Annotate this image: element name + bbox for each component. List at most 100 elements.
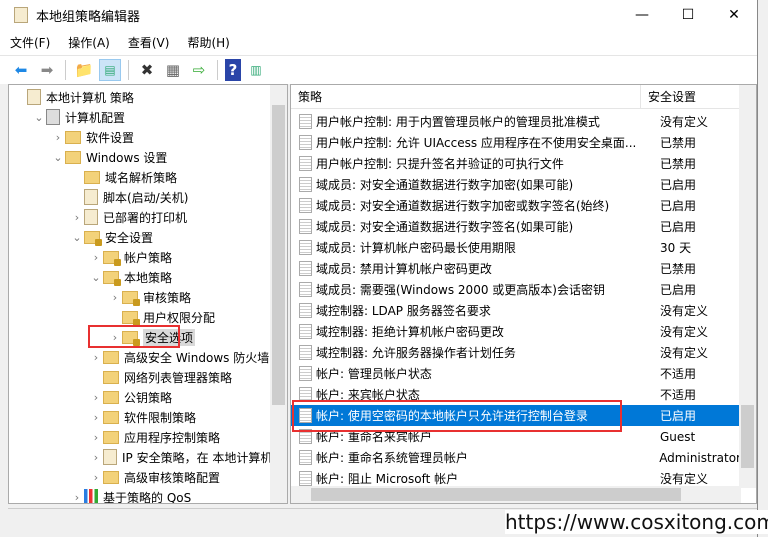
tree-vertical-scrollbar[interactable] bbox=[270, 85, 287, 503]
chevron-right-icon[interactable]: › bbox=[89, 411, 103, 424]
policy-setting: 不适用 bbox=[660, 367, 697, 381]
column-header-setting[interactable]: 安全设置 bbox=[641, 85, 696, 108]
window-title: 本地组策略编辑器 bbox=[36, 9, 141, 25]
chevron-down-icon[interactable]: ⌄ bbox=[89, 271, 103, 284]
policy-setting: 没有定义 bbox=[660, 346, 709, 360]
tree-item[interactable]: › 基于策略的 QoS bbox=[70, 487, 191, 504]
tree-item-label: 网络列表管理器策略 bbox=[124, 370, 233, 385]
policy-row[interactable]: 域控制器: 拒绝计算机帐户密码更改 没有定义 bbox=[291, 321, 741, 342]
chevron-down-icon[interactable]: ⌄ bbox=[51, 151, 65, 164]
policy-setting: 已禁用 bbox=[660, 136, 697, 150]
back-icon[interactable]: ⬅ bbox=[10, 59, 32, 81]
show-hide-tree-icon[interactable]: ▤ bbox=[99, 59, 121, 81]
policy-list: 策略 安全设置 用户帐户控制: 用于内置管理员帐户的管理员批准模式 没有定义 用户帐… bbox=[290, 84, 757, 504]
policy-row[interactable]: 域成员: 对安全通道数据进行数字签名(如果可能) 已启用 bbox=[291, 216, 741, 237]
policy-row[interactable]: 域成员: 对安全通道数据进行数字加密(如果可能) 已启用 bbox=[291, 174, 741, 195]
policy-row[interactable]: 帐户: 管理员帐户状态 不适用 bbox=[291, 363, 741, 384]
policy-name: 域控制器: 拒绝计算机帐户密码更改 bbox=[316, 325, 504, 339]
chevron-right-icon[interactable]: › bbox=[51, 131, 65, 144]
policy-icon bbox=[299, 324, 312, 339]
tree-item[interactable]: › IP 安全策略，在 本地计算机 bbox=[89, 447, 272, 467]
tree-item[interactable]: ⌄ Windows 设置 bbox=[51, 147, 167, 167]
menu-file[interactable]: 文件(F) bbox=[10, 34, 50, 51]
tree-item[interactable]: ⌄ 计算机配置 bbox=[32, 107, 125, 127]
policy-row[interactable]: 域成员: 禁用计算机帐户密码更改 已禁用 bbox=[291, 258, 741, 279]
tree-item[interactable]: › 审核策略 bbox=[108, 287, 191, 307]
scroll-thumb[interactable] bbox=[272, 105, 285, 405]
chevron-right-icon[interactable]: › bbox=[89, 391, 103, 404]
minimize-button[interactable]: — bbox=[619, 0, 665, 30]
tree-item-label: 应用程序控制策略 bbox=[124, 430, 221, 445]
maximize-button[interactable]: ☐ bbox=[665, 0, 711, 30]
toolbar-separator bbox=[217, 60, 218, 80]
tree-item-label: 软件限制策略 bbox=[124, 410, 197, 425]
menu-view[interactable]: 查看(V) bbox=[128, 34, 170, 51]
policy-name: 域成员: 计算机帐户密码最长使用期限 bbox=[316, 241, 516, 255]
policy-row[interactable]: 帐户: 重命名系统管理员帐户 Administrator bbox=[291, 447, 741, 468]
tree-item[interactable]: ⌄ 安全设置 bbox=[70, 227, 153, 247]
delete-icon[interactable]: ✖ bbox=[136, 59, 158, 81]
policy-row[interactable]: 用户帐户控制: 允许 UIAccess 应用程序在不使用安全桌面... 已禁用 bbox=[291, 132, 741, 153]
chevron-right-icon[interactable]: › bbox=[89, 471, 103, 484]
policy-row[interactable]: 用户帐户控制: 只提升签名并验证的可执行文件 已禁用 bbox=[291, 153, 741, 174]
chevron-right-icon[interactable]: › bbox=[108, 291, 122, 304]
forward-icon[interactable]: ➡ bbox=[36, 59, 58, 81]
policy-row[interactable]: 域成员: 计算机帐户密码最长使用期限 30 天 bbox=[291, 237, 741, 258]
policy-row[interactable]: 域控制器: 允许服务器操作者计划任务 没有定义 bbox=[291, 342, 741, 363]
policy-row[interactable]: 域成员: 对安全通道数据进行数字加密或数字签名(始终) 已启用 bbox=[291, 195, 741, 216]
list-horizontal-scrollbar[interactable] bbox=[291, 486, 741, 503]
policy-row[interactable]: 域控制器: LDAP 服务器签名要求 没有定义 bbox=[291, 300, 741, 321]
gpedit-window: 本地组策略编辑器 — ☐ ✕ 文件(F) 操作(A) 查看(V) 帮助(H) ⬅… bbox=[0, 0, 758, 537]
tree-item[interactable]: › 公钥策略 bbox=[89, 387, 172, 407]
tree-item[interactable]: 本地计算机 策略 bbox=[13, 87, 134, 107]
tree-item[interactable]: › 帐户策略 bbox=[89, 247, 172, 267]
tree-item[interactable]: › 软件限制策略 bbox=[89, 407, 196, 427]
help-icon[interactable]: ? bbox=[225, 59, 241, 81]
menu-help[interactable]: 帮助(H) bbox=[187, 34, 229, 51]
chevron-right-icon[interactable]: › bbox=[70, 491, 84, 504]
tree-item[interactable]: ⌄ 本地策略 bbox=[89, 267, 172, 287]
policy-name: 帐户: 阻止 Microsoft 帐户 bbox=[316, 472, 459, 486]
chevron-down-icon[interactable]: ⌄ bbox=[70, 231, 84, 244]
policy-row[interactable]: 用户帐户控制: 用于内置管理员帐户的管理员批准模式 没有定义 bbox=[291, 111, 741, 132]
list-header: 策略 安全设置 bbox=[291, 85, 756, 109]
tree-item[interactable]: 网络列表管理器策略 bbox=[89, 367, 232, 387]
policy-name: 域控制器: LDAP 服务器签名要求 bbox=[316, 304, 491, 318]
tree-item[interactable]: 域名解析策略 bbox=[70, 167, 177, 187]
tree-item-label: 已部署的打印机 bbox=[103, 210, 188, 225]
tree-item[interactable]: › 已部署的打印机 bbox=[70, 207, 187, 227]
chevron-right-icon[interactable]: › bbox=[89, 451, 103, 464]
policy-icon bbox=[299, 156, 312, 171]
list-vertical-scrollbar[interactable] bbox=[739, 85, 756, 488]
tree-item[interactable]: › 高级安全 Windows 防火墙 bbox=[89, 347, 269, 367]
chevron-right-icon[interactable]: › bbox=[89, 431, 103, 444]
close-button[interactable]: ✕ bbox=[711, 0, 757, 30]
properties-icon[interactable]: ▦ bbox=[162, 59, 184, 81]
menu-action[interactable]: 操作(A) bbox=[68, 34, 110, 51]
tree-item[interactable]: › 软件设置 bbox=[51, 127, 134, 147]
tree-item-label: 审核策略 bbox=[143, 290, 192, 305]
column-header-policy[interactable]: 策略 bbox=[291, 85, 641, 108]
policy-row[interactable]: 域成员: 需要强(Windows 2000 或更高版本)会话密钥 已启用 bbox=[291, 279, 741, 300]
scroll-thumb[interactable] bbox=[311, 488, 681, 501]
tree-item[interactable]: › 应用程序控制策略 bbox=[89, 427, 220, 447]
tree-item-label: 本地策略 bbox=[124, 270, 173, 285]
lockfolder-icon bbox=[122, 310, 140, 326]
computer-icon bbox=[46, 109, 60, 125]
printer-icon bbox=[84, 209, 98, 225]
chevron-right-icon[interactable]: › bbox=[89, 351, 103, 364]
export-list-icon[interactable]: ⇨ bbox=[188, 59, 210, 81]
tree-item[interactable]: 用户权限分配 bbox=[108, 307, 215, 327]
policy-name: 域成员: 对安全通道数据进行数字签名(如果可能) bbox=[316, 220, 574, 234]
chevron-right-icon[interactable]: › bbox=[70, 211, 84, 224]
chevron-down-icon[interactable]: ⌄ bbox=[32, 111, 46, 124]
show-hide-action-pane-icon[interactable]: ▥ bbox=[245, 59, 267, 81]
scroll-thumb[interactable] bbox=[741, 405, 754, 468]
toolbar: ⬅ ➡ 📁 ▤ ✖ ▦ ⇨ ? ▥ bbox=[0, 56, 757, 84]
tree-item[interactable]: › 高级审核策略配置 bbox=[89, 467, 220, 487]
tree-item-label: 本地计算机 策略 bbox=[46, 90, 134, 105]
folder-icon bbox=[84, 170, 100, 184]
chevron-right-icon[interactable]: › bbox=[89, 251, 103, 264]
tree-item[interactable]: 脚本(启动/关机) bbox=[70, 187, 188, 207]
up-folder-icon[interactable]: 📁 bbox=[73, 59, 95, 81]
